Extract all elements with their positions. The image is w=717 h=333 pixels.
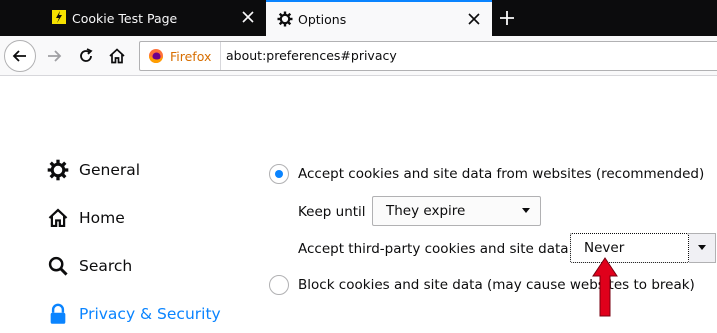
identity-label: Firefox	[170, 48, 212, 64]
home-icon	[109, 48, 125, 64]
sidebar-item-home[interactable]: Home	[46, 206, 125, 230]
third-party-dropdown-button[interactable]	[689, 233, 716, 263]
forward-button[interactable]	[40, 42, 68, 70]
third-party-select[interactable]: Never	[570, 233, 689, 263]
third-party-label: Accept third-party cookies and site data	[298, 241, 569, 257]
tab-cookie-test-page[interactable]: Cookie Test Page	[40, 0, 266, 36]
sidebar-item-label: Privacy & Security	[79, 305, 221, 323]
sidebar-item-label: General	[79, 161, 141, 179]
url-text[interactable]: about:preferences#privacy	[226, 48, 397, 63]
keep-until-value: They expire	[386, 203, 466, 219]
sidebar-item-search[interactable]: Search	[46, 254, 132, 278]
sidebar-item-privacy-security[interactable]: Privacy & Security	[46, 302, 221, 326]
block-cookies-label[interactable]: Block cookies and site data (may cause w…	[298, 277, 695, 293]
tab-title: Cookie Test Page	[72, 10, 178, 26]
forward-arrow-icon	[48, 50, 62, 62]
keep-until-select[interactable]: They expire	[372, 196, 541, 226]
keep-until-label: Keep until	[298, 204, 366, 220]
reload-icon	[80, 48, 93, 62]
accept-cookies-label[interactable]: Accept cookies and site data from websit…	[298, 166, 704, 182]
identity-box[interactable]: Firefox	[140, 42, 222, 70]
home-button[interactable]	[103, 42, 131, 70]
tab-strip: Cookie Test Page Options	[0, 0, 717, 36]
accept-cookies-radio[interactable]	[269, 164, 289, 184]
navigation-toolbar: Firefox about:preferences#privacy	[0, 36, 717, 76]
page-favicon-icon	[52, 10, 66, 24]
tab-options[interactable]: Options	[266, 0, 492, 36]
block-cookies-radio[interactable]	[269, 275, 289, 295]
chevron-down-icon	[522, 208, 530, 213]
annotation-arrow-icon	[592, 257, 618, 317]
new-tab-plus-icon[interactable]	[496, 7, 518, 29]
search-icon	[46, 254, 70, 278]
back-arrow-icon	[12, 50, 26, 62]
sidebar-item-label: Search	[79, 257, 133, 275]
firefox-logo-icon	[149, 49, 163, 63]
close-tab-icon[interactable]	[466, 11, 482, 27]
home-icon	[46, 206, 70, 230]
back-button[interactable]	[4, 40, 36, 72]
reload-button[interactable]	[72, 42, 100, 70]
sidebar-item-label: Home	[79, 209, 125, 227]
url-bar[interactable]: Firefox about:preferences#privacy	[139, 41, 717, 71]
sidebar-item-general[interactable]: General	[46, 158, 140, 182]
lock-icon	[46, 302, 70, 326]
chevron-down-icon	[698, 245, 706, 250]
gear-icon	[46, 158, 70, 182]
close-tab-icon[interactable]	[240, 9, 256, 25]
tab-title: Options	[298, 11, 347, 27]
gear-icon	[277, 11, 293, 27]
third-party-value: Never	[584, 240, 625, 256]
